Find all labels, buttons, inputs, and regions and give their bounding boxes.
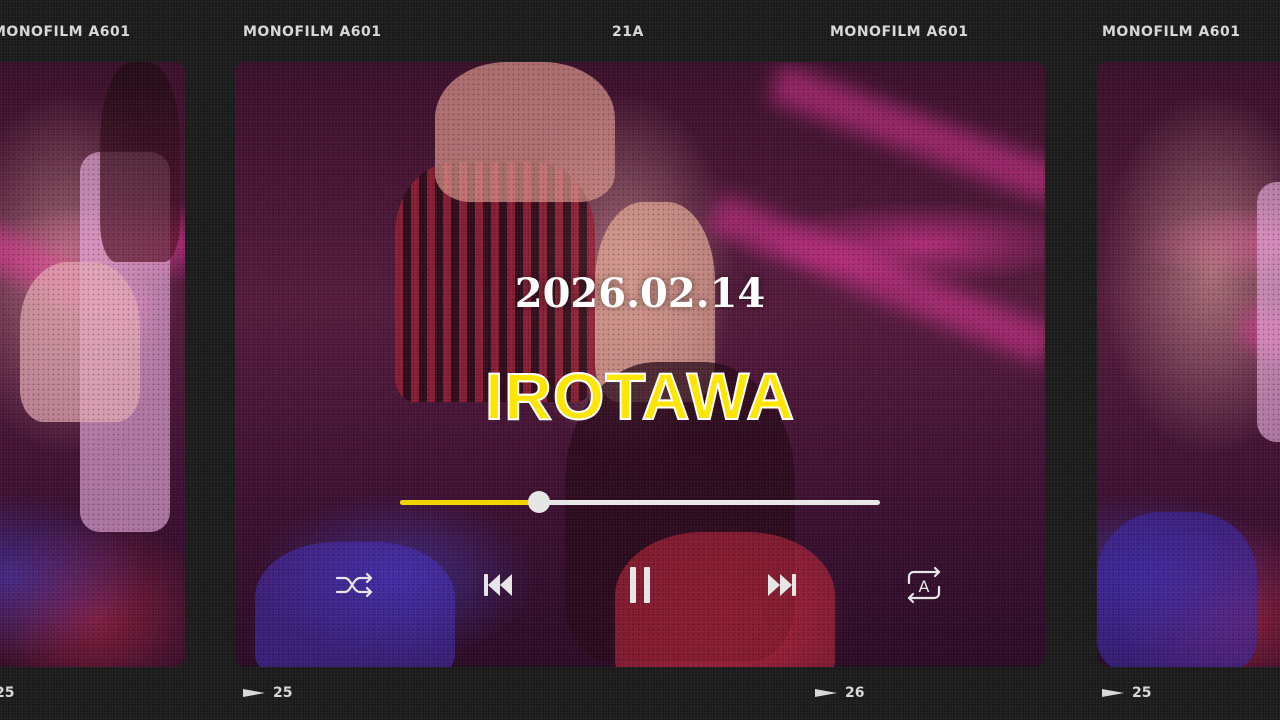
skip-previous-icon <box>484 574 512 596</box>
film-label: MONOFILM A601 <box>243 24 382 40</box>
film-label: MONOFILM A601 <box>0 24 131 40</box>
shuffle-icon <box>335 572 373 598</box>
repeat-letter: A <box>919 577 930 596</box>
repeat-a-icon: A <box>907 566 941 604</box>
frame-arrow-icon <box>1102 689 1124 697</box>
pause-icon <box>630 567 650 603</box>
frame-number: 25 <box>0 685 15 701</box>
frame-number: 25 <box>1102 685 1151 701</box>
progress-fill <box>400 500 540 505</box>
next-button[interactable] <box>760 563 804 607</box>
progress-bar[interactable] <box>400 491 880 513</box>
shuffle-button[interactable] <box>333 563 377 607</box>
film-frame-code: 21A <box>612 24 644 40</box>
track-title: IROTAWA <box>484 358 796 434</box>
film-label: MONOFILM A601 <box>830 24 969 40</box>
frame-number: 26 <box>815 685 864 701</box>
repeat-button[interactable]: A <box>902 563 946 607</box>
frame-arrow-icon <box>815 689 837 697</box>
pause-button[interactable] <box>618 563 662 607</box>
frame-number: 25 <box>243 685 292 701</box>
film-label: MONOFILM A601 <box>1102 24 1241 40</box>
frame-arrow-icon <box>243 689 265 697</box>
track-date: 2026.02.14 <box>514 270 766 317</box>
skip-next-icon <box>768 574 796 596</box>
previous-button[interactable] <box>476 563 520 607</box>
